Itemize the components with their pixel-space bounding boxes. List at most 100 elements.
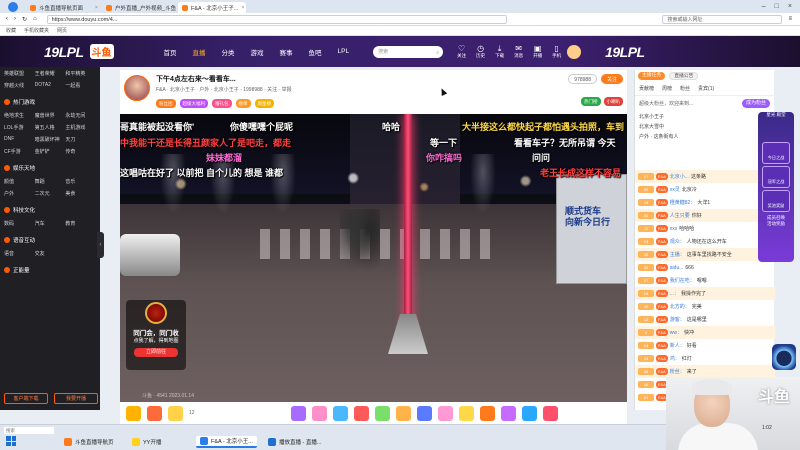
taskbar-item[interactable]: 斗鱼直播导航页 [60, 436, 118, 448]
speaker-badge[interactable]: 小喇叭 [603, 97, 623, 106]
close-window-icon[interactable]: × [788, 3, 792, 10]
chat-username[interactable]: 粉丝： [670, 368, 685, 375]
sidebar-item[interactable]: 和平精英 [65, 70, 96, 77]
sidebar-item[interactable]: 教育 [65, 220, 96, 227]
sidebar-item[interactable]: 主机游戏 [65, 124, 96, 131]
taskbar-item[interactable]: 播放直播 - 直播... [264, 436, 325, 448]
chat-username[interactable]: 北方的： [670, 303, 690, 310]
sidebar-item[interactable]: 交友 [35, 250, 66, 257]
mobile-nav-button[interactable]: ▯ 手机 [552, 44, 561, 59]
sidebar-item[interactable]: 魔兽世界 [35, 112, 66, 119]
announcement-button[interactable]: 直播公告 [669, 72, 699, 80]
sidebar-item[interactable]: 一起看 [65, 82, 96, 89]
home-icon[interactable]: ⌂ [33, 16, 37, 22]
chat-username[interactable]: xx灵 [670, 186, 680, 193]
activity-card[interactable]: 奖池奖励 [762, 190, 790, 212]
gift-item[interactable] [168, 405, 183, 421]
nav-yuba[interactable]: 鱼吧 [309, 47, 322, 57]
maximize-icon[interactable]: □ [775, 3, 779, 10]
browser-tab-active[interactable]: F&A - 北京小王子... × [178, 2, 246, 13]
sidebar-item[interactable]: 暗黑破坏神 [35, 136, 66, 143]
chat-username[interactable]: 新人： [670, 342, 685, 349]
chat-username[interactable]: aidu... [670, 265, 684, 271]
sidebar-item[interactable]: DNF [4, 136, 35, 143]
taskbar-item[interactable]: YY开播 [128, 436, 165, 448]
nav-home[interactable]: 首页 [164, 47, 177, 57]
gift-item[interactable] [353, 405, 369, 421]
chat-username[interactable]: 橙黄糖82： [670, 199, 696, 206]
message-nav-button[interactable]: ✉ 消息 [514, 44, 523, 59]
back-icon[interactable]: ‹ [6, 16, 8, 22]
sidebar-item[interactable]: 天刀 [65, 136, 96, 143]
browser-search-input[interactable]: 搜索或输入网址 [662, 14, 783, 24]
download-client-button[interactable]: 客户端下载 [4, 393, 48, 404]
start-broadcast-button[interactable]: 我要开播 [54, 393, 98, 404]
hot-rank-badge[interactable]: 热门榜 [581, 97, 601, 106]
gift-item[interactable] [458, 405, 474, 421]
bookmark-item[interactable]: 网页 [57, 27, 67, 34]
chat-username[interactable]: xxx [670, 226, 678, 232]
activity-card[interactable]: 冠军之战 [762, 166, 790, 188]
tab-contribution[interactable]: 贡献榜 [639, 85, 654, 92]
collapse-sidebar-icon[interactable]: ‹ [97, 232, 104, 258]
sidebar-item[interactable]: 语音 [4, 250, 35, 257]
gift-item[interactable] [437, 405, 453, 421]
anchor-task-button[interactable]: 主播任务 [638, 72, 666, 80]
tab-weekly[interactable]: 周榜 [662, 85, 672, 92]
video-player[interactable]: 顺式货车 向新今日行 哥真能被起没看你' 你傻嘿嘿个屁呢 哈哈 大半接这么都快起… [120, 114, 627, 402]
gift-item[interactable] [479, 405, 495, 421]
chat-username[interactable]: ww： [670, 329, 682, 336]
history-nav-button[interactable]: ◷ 历史 [476, 44, 485, 59]
gift-item[interactable] [416, 405, 432, 421]
close-tab-icon[interactable]: × [241, 5, 244, 11]
activity-banner[interactable]: 星光 殿堂 今日之战 冠军之战 奖池奖励 成员召唤 活动奖励 [758, 112, 794, 262]
ad-go-button[interactable]: 立即前往 [134, 348, 178, 357]
search-icon[interactable]: ⌕ [436, 47, 439, 59]
chat-username[interactable]: 主播： [670, 251, 685, 258]
sidebar-item[interactable]: 汽车 [35, 220, 66, 227]
chat-username[interactable]: ...： [670, 290, 679, 297]
gift-item[interactable] [500, 405, 516, 421]
chat-username[interactable]: 北京小... [670, 173, 689, 180]
chat-username[interactable]: 我们在吃： [670, 277, 695, 284]
lpl-logo[interactable]: 19LPL [44, 44, 84, 60]
sidebar-item[interactable]: 二次元 [35, 190, 66, 197]
gift-item[interactable] [542, 405, 558, 421]
join-fans-button[interactable]: 成为粉丝 [741, 98, 770, 108]
gift-item[interactable] [311, 405, 327, 421]
room-tag[interactable]: 榜单 [235, 99, 251, 108]
refresh-icon[interactable]: ↻ [22, 16, 27, 23]
broadcast-nav-button[interactable]: ▣ 开播 [533, 44, 542, 59]
taskbar-item-active[interactable]: F&A - 北京小王... [196, 436, 257, 448]
bookmark-item[interactable]: 手机收藏夹 [24, 27, 49, 34]
room-tag[interactable]: 粉丝团 [156, 99, 176, 108]
browser-logo-icon[interactable] [0, 0, 26, 13]
chat-username[interactable]: 游客： [670, 316, 685, 323]
browser-tab[interactable]: 户外直播_户外视频_斗鱼× [102, 2, 178, 13]
chat-username[interactable]: 观众： [670, 238, 685, 245]
follow-nav-button[interactable]: ♡ 关注 [457, 44, 466, 59]
sidebar-item[interactable]: 穿越火线 [4, 82, 35, 89]
gift-item[interactable] [126, 405, 141, 421]
sidebar-item[interactable]: 第五人格 [35, 124, 66, 131]
sidebar-item[interactable]: 王者荣耀 [35, 70, 66, 77]
nav-category[interactable]: 分类 [222, 47, 235, 57]
sidebar-item[interactable]: 金铲铲 [35, 148, 66, 155]
sidebar-item[interactable]: 永劫无间 [65, 112, 96, 119]
sidebar-item[interactable]: 传奇 [65, 148, 96, 155]
sidebar-item[interactable]: LOL手游 [4, 124, 35, 131]
sidebar-item[interactable]: 舞蹈 [35, 178, 66, 185]
gift-item[interactable] [521, 405, 537, 421]
sidebar-item[interactable]: 绝地求生 [4, 112, 35, 119]
download-nav-button[interactable]: ⤓ 下载 [495, 44, 504, 59]
sidebar-item[interactable]: 美食 [65, 190, 96, 197]
gift-item[interactable] [147, 405, 162, 421]
room-tag[interactable]: 赠礼包 [212, 99, 232, 108]
nav-games[interactable]: 游戏 [251, 47, 264, 57]
forward-icon[interactable]: › [14, 16, 16, 22]
robot-mascot-icon[interactable] [772, 344, 796, 370]
minimize-icon[interactable]: – [762, 3, 766, 10]
nav-live[interactable]: 直播 [193, 47, 206, 57]
tab-fans[interactable]: 粉丝 [680, 85, 690, 92]
gift-item[interactable] [290, 405, 306, 421]
